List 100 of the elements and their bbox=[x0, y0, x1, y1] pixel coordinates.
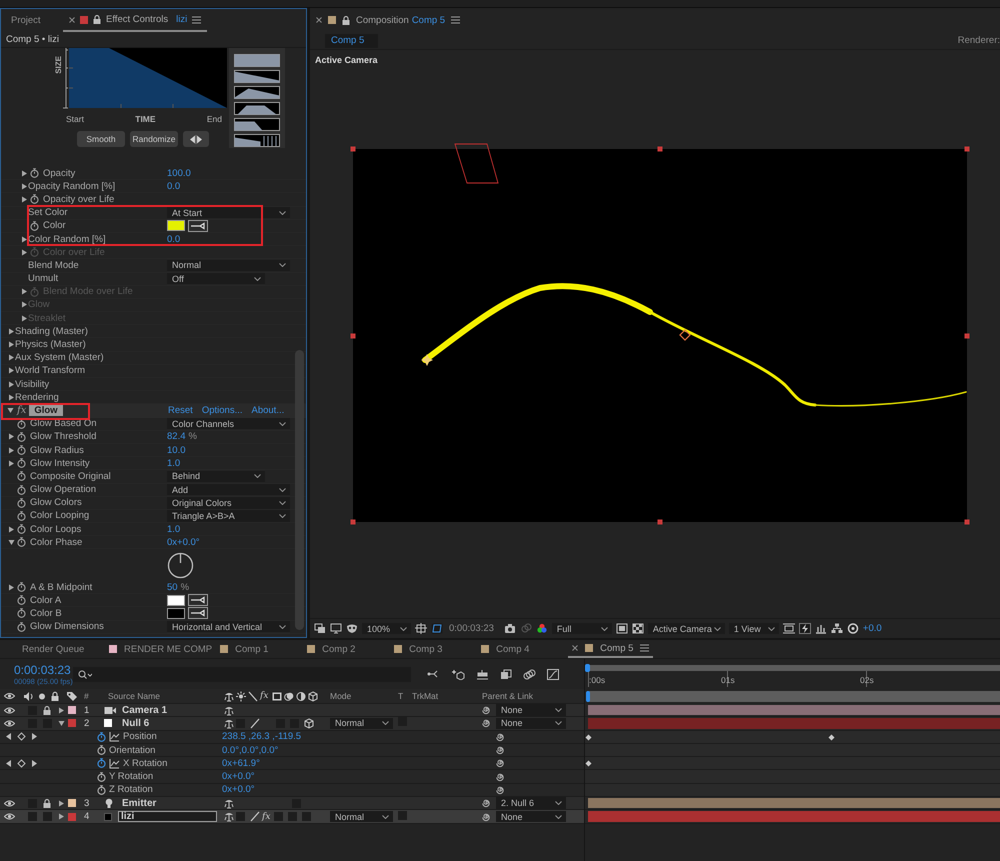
effect-switch[interactable]: fx bbox=[262, 812, 272, 822]
twirl-icon[interactable] bbox=[21, 182, 28, 190]
lightning-icon[interactable] bbox=[798, 623, 811, 634]
spiral-icon[interactable] bbox=[496, 745, 506, 756]
region-icon[interactable] bbox=[431, 623, 443, 634]
twirl-icon[interactable] bbox=[58, 706, 65, 714]
switch-box[interactable] bbox=[236, 812, 245, 822]
shy-icon[interactable] bbox=[224, 811, 234, 822]
checkerboard-icon[interactable] bbox=[632, 623, 644, 634]
layer-duration-bar[interactable] bbox=[588, 705, 1000, 716]
stopwatch-icon[interactable] bbox=[30, 220, 39, 231]
stopwatch-icon[interactable] bbox=[17, 524, 26, 534]
next-keyframe-icon[interactable] bbox=[31, 732, 38, 742]
stopwatch-icon[interactable] bbox=[17, 432, 26, 442]
property-value[interactable]: 1.0 bbox=[167, 458, 180, 469]
spiral-icon[interactable] bbox=[482, 718, 492, 728]
curve-preset-icon[interactable] bbox=[234, 134, 280, 147]
breadcrumb-button[interactable]: Comp 5 bbox=[325, 34, 378, 48]
shy-icon[interactable] bbox=[224, 718, 234, 729]
keyframe-icon[interactable] bbox=[17, 758, 26, 768]
twirl-icon[interactable] bbox=[8, 433, 15, 440]
property-value[interactable]: 0x+0.0° bbox=[222, 784, 255, 796]
stopwatch-icon[interactable] bbox=[30, 168, 39, 178]
panel-tab[interactable]: Effect Controls lizi bbox=[63, 9, 208, 32]
layer-row[interactable]: 1 Camera 1 None bbox=[0, 704, 584, 718]
mask-icon[interactable] bbox=[346, 623, 358, 634]
stopwatch-icon[interactable] bbox=[17, 418, 26, 429]
color-swatch[interactable] bbox=[167, 594, 185, 606]
lock-icon[interactable] bbox=[43, 798, 51, 808]
layer-name-field[interactable]: lizi bbox=[118, 810, 217, 822]
next-keyframe-icon[interactable] bbox=[31, 758, 38, 768]
graph-icon[interactable] bbox=[109, 731, 120, 742]
twirl-icon[interactable] bbox=[8, 328, 15, 335]
stopwatch-icon[interactable] bbox=[17, 445, 26, 456]
stopwatch-icon[interactable] bbox=[17, 484, 26, 495]
property-value[interactable]: 0x+61.9° bbox=[222, 758, 260, 769]
switch-box[interactable] bbox=[302, 812, 311, 822]
label-color-icon[interactable] bbox=[68, 706, 76, 714]
label-color-icon[interactable] bbox=[68, 812, 76, 821]
twirl-icon[interactable] bbox=[58, 813, 65, 820]
color-swatch[interactable] bbox=[167, 220, 185, 232]
stopwatch-icon[interactable] bbox=[97, 732, 106, 742]
circles-icon[interactable] bbox=[523, 668, 536, 680]
dropdown[interactable]: Original Colors bbox=[167, 497, 290, 509]
property-value[interactable]: 1.0 bbox=[167, 524, 180, 535]
panel-tab[interactable]: Comp 2 bbox=[307, 640, 394, 658]
dropdown[interactable]: Horizontal and Vertical bbox=[167, 620, 290, 632]
hierarchy-icon[interactable] bbox=[830, 623, 843, 634]
effect-name[interactable]: Glow bbox=[29, 405, 63, 416]
frame-icon[interactable] bbox=[415, 623, 427, 634]
selection-handle[interactable] bbox=[964, 146, 970, 152]
twirl-icon[interactable] bbox=[58, 800, 65, 807]
sparkle-cube-icon[interactable] bbox=[451, 668, 465, 680]
previous-keyframe-icon[interactable] bbox=[5, 758, 12, 768]
keyframe-icon[interactable] bbox=[17, 732, 26, 742]
property-value[interactable]: 10.0 bbox=[167, 444, 186, 456]
twirl-icon[interactable] bbox=[21, 196, 28, 203]
stopwatch-icon[interactable] bbox=[17, 510, 26, 521]
zoom-dropdown[interactable]: 100% bbox=[362, 622, 411, 634]
stopwatch-icon[interactable] bbox=[17, 471, 26, 482]
graph-button[interactable]: Smooth bbox=[77, 131, 125, 147]
exposure-value[interactable]: +0.0 bbox=[862, 623, 882, 634]
stopwatch-icon[interactable] bbox=[97, 772, 106, 782]
dropdown[interactable]: Triangle A>B>A bbox=[167, 510, 290, 522]
chart-icon[interactable] bbox=[814, 623, 827, 634]
label-color-icon[interactable] bbox=[68, 799, 76, 808]
panel-tab[interactable]: Comp 4 bbox=[481, 640, 568, 658]
rgb-icon[interactable] bbox=[536, 623, 548, 634]
close-icon[interactable] bbox=[316, 17, 322, 23]
panel-tab[interactable]: Composition Comp 5 bbox=[316, 14, 460, 26]
frame-icon[interactable] bbox=[782, 623, 795, 634]
color-swatch[interactable] bbox=[167, 608, 185, 619]
layer-row[interactable]: 2 Null 6 Normal None bbox=[0, 717, 584, 731]
selection-handle[interactable] bbox=[964, 334, 970, 338]
menu-icon[interactable] bbox=[640, 644, 650, 652]
spiral-icon[interactable] bbox=[496, 772, 506, 782]
previous-keyframe-icon[interactable] bbox=[5, 732, 12, 742]
stopwatch-icon[interactable] bbox=[17, 608, 26, 618]
mode-dropdown[interactable]: Normal bbox=[330, 810, 393, 822]
eyedropper-icon[interactable] bbox=[188, 607, 208, 620]
square-icon[interactable] bbox=[616, 623, 628, 634]
eye-icon[interactable] bbox=[4, 720, 15, 727]
eye-icon[interactable] bbox=[4, 706, 15, 714]
lock-icon[interactable] bbox=[43, 706, 51, 715]
dropdown[interactable]: At Start bbox=[167, 206, 290, 218]
selection-handle[interactable] bbox=[350, 520, 356, 524]
dropdown[interactable]: Normal bbox=[167, 260, 290, 272]
graph-button[interactable]: Randomize bbox=[130, 131, 178, 147]
twirl-icon[interactable] bbox=[8, 460, 15, 467]
stopwatch-icon[interactable] bbox=[17, 622, 26, 632]
camera-dropdown[interactable]: Active Camera bbox=[648, 622, 725, 634]
dropdown[interactable]: Behind bbox=[167, 470, 265, 482]
lock-icon[interactable] bbox=[342, 16, 350, 24]
twirl-icon[interactable] bbox=[8, 341, 15, 348]
twirl-icon[interactable] bbox=[21, 236, 28, 243]
stopwatch-icon[interactable] bbox=[17, 582, 26, 592]
selection-handle[interactable] bbox=[964, 520, 970, 524]
twirl-icon[interactable] bbox=[7, 407, 14, 414]
twirl-icon[interactable] bbox=[58, 720, 65, 727]
eyedropper-icon[interactable] bbox=[188, 594, 208, 606]
